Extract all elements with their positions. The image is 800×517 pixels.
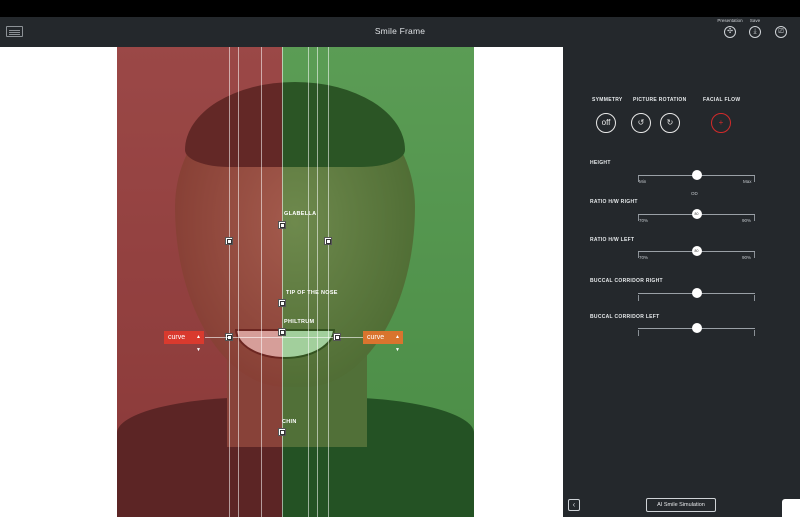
export-icon: ⎚ [775, 26, 787, 38]
glabella-handle[interactable] [278, 221, 286, 229]
ratio-right-min: 70% [639, 218, 649, 223]
buccal-left-slider[interactable] [638, 323, 755, 333]
left-eye-handle[interactable] [324, 237, 332, 245]
presentation-icon: ✣ [724, 26, 736, 38]
left-half-overlay [117, 47, 282, 517]
height-max-label: Max [743, 179, 752, 184]
curve-left-control[interactable]: curve ▲ ▼ [164, 331, 204, 353]
curve-left-label: curve [168, 334, 186, 341]
save-label: Save [749, 18, 761, 23]
nose-label: TIP OF THE NOSE [286, 290, 338, 296]
workspace: GLABELLA TIP OF THE NOSE PHILTRUM CHIN c… [0, 47, 563, 517]
ratio-left-label: RATIO H/W LEFT [590, 237, 635, 243]
buccal-right-knob[interactable] [691, 288, 702, 298]
guide-line[interactable] [229, 47, 230, 517]
nose-handle[interactable] [278, 299, 286, 307]
ratio-left-max: 90% [742, 255, 752, 260]
midline[interactable] [282, 47, 283, 517]
ratio-left-knob[interactable]: 80 [691, 246, 702, 256]
ratio-right-knob[interactable]: 80 [691, 209, 702, 219]
save-button[interactable]: Save ⤓ [742, 17, 768, 38]
ai-smile-simulation-button[interactable]: AI Smile Simulation [646, 498, 716, 512]
philtrum-label: PHILTRUM [284, 319, 315, 325]
guide-line[interactable] [317, 47, 318, 517]
philtrum-handle[interactable] [278, 328, 286, 336]
curve-right-label: curve [367, 334, 385, 341]
presentation-label: Presentation [717, 18, 743, 23]
updown-icon: ▲ ▼ [196, 334, 201, 353]
height-min-label: Min [639, 179, 647, 184]
facial-flow-label: FACIAL FLOW [703, 97, 741, 103]
curve-right-control[interactable]: curve ▲ ▼ [363, 331, 403, 353]
ratio-right-max: 90% [742, 218, 752, 223]
glabella-label: GLABELLA [284, 211, 317, 217]
buccal-right-label: BUCCAL CORRIDOR RIGHT [590, 278, 663, 284]
download-icon: ⤓ [749, 26, 761, 38]
corner-tab[interactable] [782, 499, 800, 517]
rotate-left-icon[interactable]: ↺ [631, 113, 651, 133]
ratio-left-min: 70% [639, 255, 649, 260]
ratio-left-slider[interactable]: 80 [638, 246, 755, 256]
header-bar: Smile Frame Presentation ✣ Save ⤓ ⎚ [0, 17, 800, 47]
presentation-button[interactable]: Presentation ✣ [717, 17, 743, 38]
guide-line[interactable] [328, 47, 329, 517]
export-button[interactable]: ⎚ [768, 17, 794, 38]
height-slider[interactable] [638, 170, 755, 180]
ratio-right-label: RATIO H/W RIGHT [590, 199, 638, 205]
guide-line[interactable] [261, 47, 262, 517]
smile-line[interactable] [229, 337, 341, 338]
chin-handle[interactable] [278, 428, 286, 436]
height-label: HEIGHT [590, 160, 611, 166]
patient-photo[interactable]: GLABELLA TIP OF THE NOSE PHILTRUM CHIN [117, 47, 474, 517]
page-title: Smile Frame [374, 26, 426, 36]
updown-icon: ▲ ▼ [395, 334, 400, 353]
right-eye-handle[interactable] [225, 237, 233, 245]
guide-line[interactable] [238, 47, 239, 517]
buccal-left-label: BUCCAL CORRIDOR LEFT [590, 314, 660, 320]
back-arrow-icon[interactable]: ‹ [568, 499, 580, 511]
settings-panel: SYMMETRY PICTURE ROTATION FACIAL FLOW of… [563, 47, 800, 517]
guide-line[interactable] [308, 47, 309, 517]
height-slider-knob[interactable] [691, 170, 702, 180]
rotation-label: PICTURE ROTATION [633, 97, 687, 103]
symmetry-label: SYMMETRY [592, 97, 623, 103]
facial-flow-icon[interactable]: + [711, 113, 731, 133]
chin-label: CHIN [282, 419, 297, 425]
ratio-right-slider[interactable]: 80 [638, 209, 755, 219]
height-center-label: OD [691, 191, 698, 196]
symmetry-toggle[interactable]: off [596, 113, 616, 133]
rotate-right-icon[interactable]: ↻ [660, 113, 680, 133]
right-half-overlay [282, 47, 474, 517]
buccal-left-knob[interactable] [691, 323, 702, 333]
buccal-right-slider[interactable] [638, 288, 755, 298]
window-top-strip [0, 0, 800, 17]
